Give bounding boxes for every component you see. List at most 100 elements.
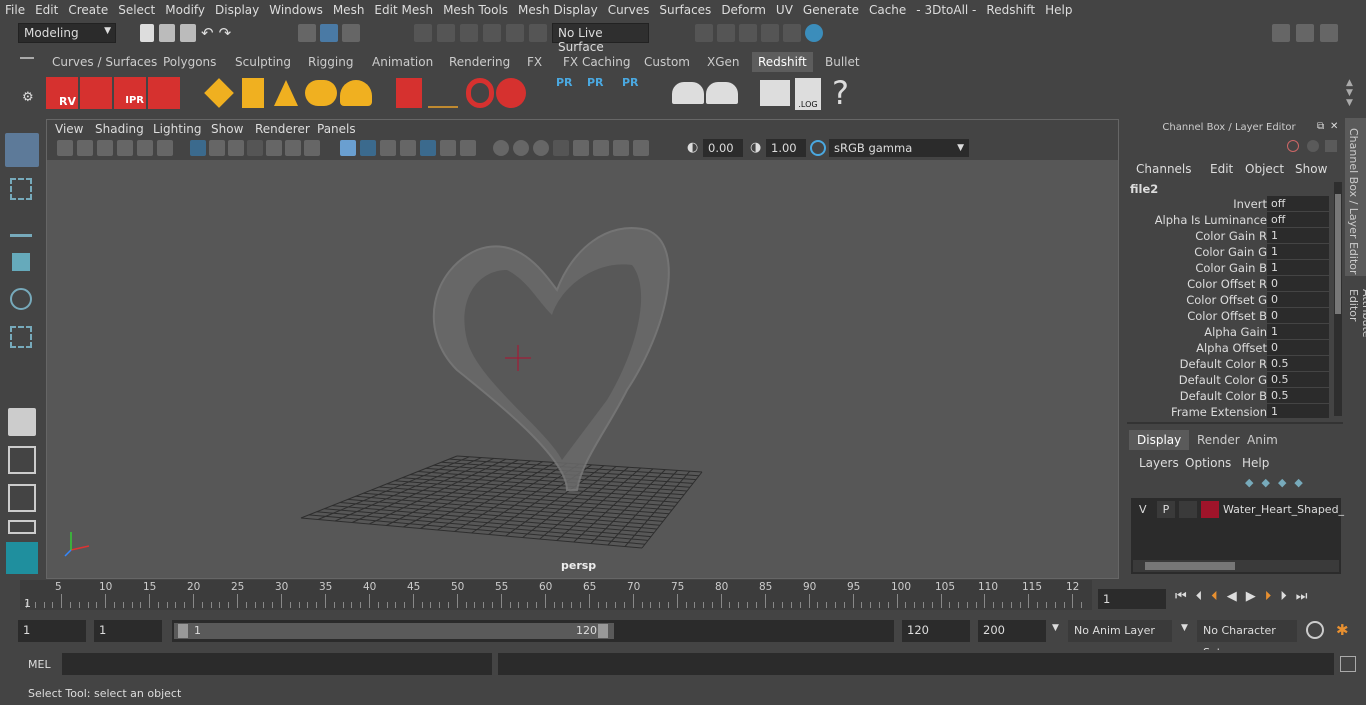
live-surface-field[interactable]: No Live Surface	[552, 23, 649, 54]
auto-key-icon[interactable]	[1306, 621, 1324, 639]
camera-attr-icon[interactable]	[77, 140, 93, 156]
log-icon[interactable]: .LOG	[795, 78, 821, 110]
layer-playback-toggle[interactable]: P	[1157, 501, 1175, 518]
snap-point-icon[interactable]	[460, 24, 478, 42]
xray-icon[interactable]	[513, 140, 529, 156]
layer-tab-display[interactable]: Display	[1129, 430, 1190, 450]
render-view-button[interactable]: RV	[46, 77, 78, 109]
shelf-tab-animation[interactable]: Animation	[366, 52, 439, 72]
current-frame-field[interactable]: 1	[1098, 589, 1166, 609]
render-sequence-button[interactable]	[80, 77, 112, 109]
snap-grid-icon[interactable]	[414, 24, 432, 42]
frame-selected-icon[interactable]	[613, 140, 629, 156]
playback-start-field[interactable]: 1	[94, 620, 162, 642]
hair-icon[interactable]	[428, 82, 458, 108]
render-settings-button[interactable]	[148, 77, 180, 109]
select-tool-icon[interactable]	[5, 133, 39, 167]
sphere-icon[interactable]	[805, 24, 823, 42]
viewport-menu-shading[interactable]: Shading	[95, 122, 144, 136]
move-layer-up-icon[interactable]: ◆	[1245, 476, 1253, 489]
select-camera-icon[interactable]	[573, 140, 589, 156]
move-layer-down-icon[interactable]: ◆	[1261, 476, 1269, 489]
film-gate-icon[interactable]	[209, 140, 225, 156]
outliner-view-icon[interactable]	[8, 520, 36, 534]
menu-generate[interactable]: Generate	[798, 3, 864, 17]
layer-hscroll-thumb[interactable]	[1145, 562, 1235, 570]
viewport-menu-view[interactable]: View	[55, 122, 83, 136]
attribute-row[interactable]: Default Color R 0.5	[1125, 356, 1333, 372]
scrollbar-thumb[interactable]	[1335, 194, 1341, 314]
attribute-value[interactable]: 0	[1267, 340, 1329, 355]
menu-edit[interactable]: Edit	[30, 3, 63, 17]
hypershade-icon[interactable]	[783, 24, 801, 42]
xray-components-icon[interactable]	[553, 140, 569, 156]
shelf-scroll-arrows-icon[interactable]: ▲ ▼ ▼	[1346, 78, 1353, 108]
shelf-tab-redshift[interactable]: Redshift	[752, 52, 813, 72]
shelf-tab-xgen[interactable]: XGen	[701, 52, 746, 72]
layer-hscrollbar[interactable]	[1133, 560, 1339, 572]
layout-icon[interactable]	[1296, 24, 1314, 42]
ipr-button[interactable]: IPR	[114, 77, 146, 109]
scale-tool-icon[interactable]	[10, 326, 32, 348]
attribute-value[interactable]: off	[1267, 196, 1329, 211]
menu-windows[interactable]: Windows	[264, 3, 328, 17]
layer-menu-options[interactable]: Options	[1185, 456, 1231, 470]
float-panel-icon[interactable]: ⧉	[1317, 121, 1324, 132]
viewport-menu-panels[interactable]: Panels	[317, 122, 356, 136]
play-backward-icon[interactable]: ◀	[1227, 589, 1237, 604]
bake-icon-2[interactable]	[706, 82, 738, 104]
code-icon[interactable]	[760, 80, 790, 106]
menu-create[interactable]: Create	[63, 3, 113, 17]
3d-scene[interactable]: persp	[47, 160, 1118, 578]
range-slider-bar-fill[interactable]	[174, 623, 614, 639]
attribute-row[interactable]: Alpha Is Luminance off	[1125, 212, 1333, 228]
snap-view-icon[interactable]	[483, 24, 501, 42]
shelf-tab-custom[interactable]: Custom	[638, 52, 696, 72]
viewport-menu-renderer[interactable]: Renderer	[255, 122, 310, 136]
menu-mesh-display[interactable]: Mesh Display	[513, 3, 603, 17]
sun-light-icon[interactable]	[340, 80, 372, 106]
select-object-icon[interactable]	[320, 24, 338, 42]
save-scene-icon[interactable]	[180, 24, 196, 42]
2d-pan-icon[interactable]	[137, 140, 153, 156]
snap-curve-icon[interactable]	[437, 24, 455, 42]
channel-box-tab[interactable]: Channel Box / Layer Editor	[1345, 118, 1366, 276]
render-settings-icon[interactable]	[761, 24, 779, 42]
attribute-scrollbar[interactable]	[1334, 182, 1342, 416]
chevron-down-icon[interactable]: ▼	[1052, 623, 1059, 633]
menu-surfaces[interactable]: Surfaces	[654, 3, 716, 17]
gamma-field[interactable]: 1.00	[766, 139, 806, 157]
smooth-shade-icon[interactable]	[360, 140, 376, 156]
play-forward-icon[interactable]: ▶	[1246, 589, 1256, 604]
colorspace-dropdown[interactable]: sRGB gamma ▼	[829, 139, 969, 157]
menu-redshift[interactable]: Redshift	[981, 3, 1040, 17]
attribute-value[interactable]: 0	[1267, 276, 1329, 291]
use-lights-icon[interactable]	[420, 140, 436, 156]
layer-display-type-toggle[interactable]	[1179, 501, 1197, 518]
ipr-render-icon[interactable]	[739, 24, 757, 42]
go-to-start-icon[interactable]: ⏮	[1175, 589, 1187, 604]
light-icon[interactable]	[204, 78, 234, 108]
anim-layer-dropdown[interactable]: No Anim Layer	[1068, 620, 1172, 642]
layer-tab-anim[interactable]: Anim	[1239, 430, 1286, 450]
attribute-row[interactable]: Default Color G 0.5	[1125, 372, 1333, 388]
volume-icon[interactable]	[466, 78, 494, 108]
camera-icon[interactable]	[57, 140, 73, 156]
layer-menu-layers[interactable]: Layers	[1139, 456, 1179, 470]
menu-help[interactable]: Help	[1040, 3, 1077, 17]
attribute-row[interactable]: Alpha Gain 1	[1125, 324, 1333, 340]
proxy-icon[interactable]	[396, 78, 422, 108]
layer-visibility-toggle[interactable]: V	[1139, 503, 1147, 516]
menu-display[interactable]: Display	[210, 3, 264, 17]
image-plane-icon[interactable]	[117, 140, 133, 156]
step-forward-icon[interactable]: ⏵	[1280, 589, 1287, 604]
go-to-end-icon[interactable]: ⏭	[1296, 589, 1308, 604]
hyper-icon[interactable]	[1325, 140, 1337, 152]
rotate-tool-icon[interactable]	[10, 288, 32, 310]
resolution-gate-icon[interactable]	[228, 140, 244, 156]
single-view-icon[interactable]	[8, 408, 36, 436]
range-slider[interactable]: 1 120	[172, 620, 894, 642]
pr-icon-1[interactable]: PR	[556, 76, 573, 89]
shelf-tab-fx-caching[interactable]: FX Caching	[557, 52, 636, 72]
manipulator-icon[interactable]	[1287, 140, 1299, 152]
